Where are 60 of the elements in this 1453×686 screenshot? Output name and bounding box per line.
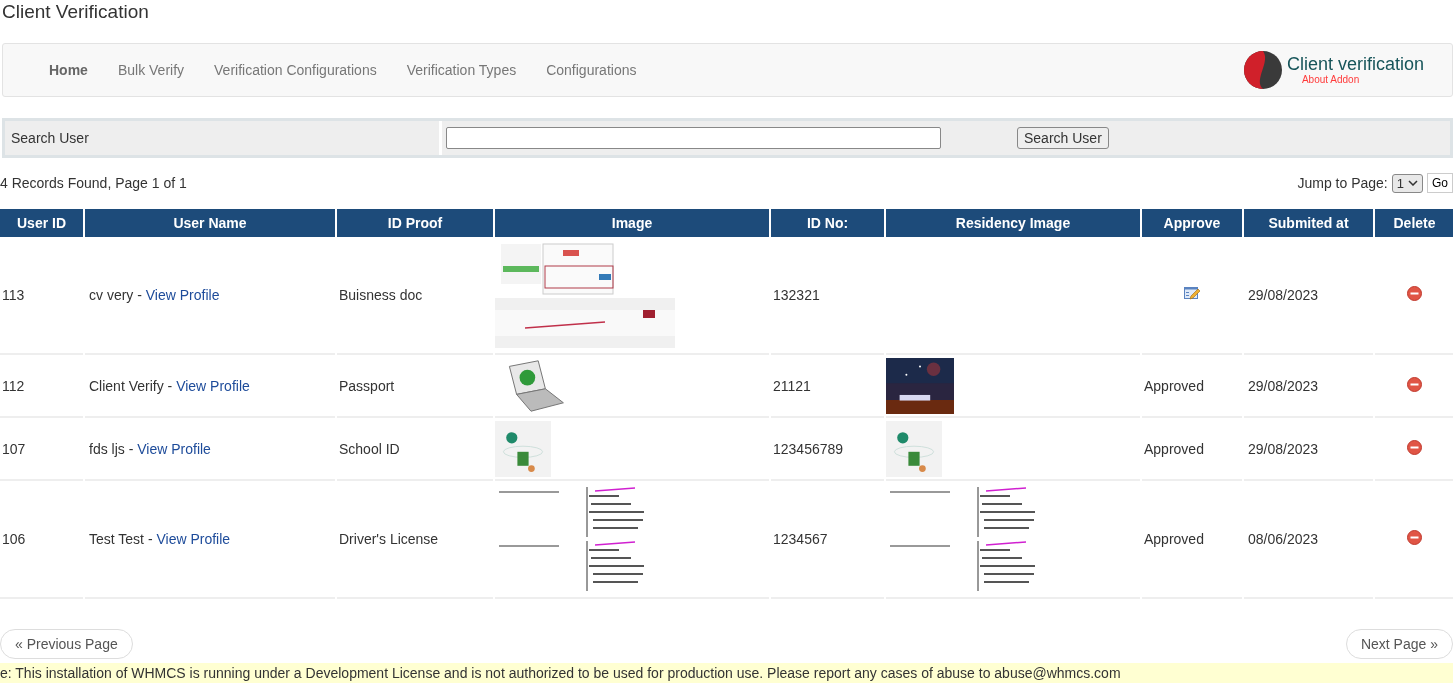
- column-header: Image: [495, 209, 769, 237]
- id-proof: Driver's License: [339, 531, 439, 547]
- chevron-icon: [1408, 180, 1418, 186]
- id-number: 21121: [773, 377, 811, 394]
- delete-icon[interactable]: [1407, 286, 1422, 301]
- user-name: cv very -: [89, 287, 143, 303]
- go-button[interactable]: Go: [1427, 173, 1453, 193]
- user-id: 106: [2, 531, 26, 547]
- id-proof: Buisness doc: [339, 287, 423, 303]
- delete-icon[interactable]: [1407, 439, 1422, 455]
- column-header: Residency Image: [886, 209, 1140, 237]
- search-label: Search User: [11, 130, 89, 146]
- user-name: Client Verify -: [89, 377, 174, 394]
- column-header: User Name: [85, 209, 335, 237]
- jump-label: Jump to Page:: [1297, 175, 1388, 191]
- nav-link[interactable]: Verification Configurations: [199, 62, 392, 78]
- view-profile-link[interactable]: View Profile: [176, 377, 250, 394]
- column-header: Submited at: [1244, 209, 1373, 237]
- license-notice: e: This installation of WHMCS is running under a Development License and is not authorized to be used for production use. Please report any cases of abuse to abuse@whmcs.com: [0, 663, 1453, 683]
- submitted-date: 29/08/2023: [1248, 377, 1319, 394]
- previous-page-button[interactable]: « Previous Page: [0, 629, 133, 659]
- search-field[interactable]: [446, 127, 941, 149]
- approval-status: Approved: [1144, 377, 1204, 394]
- page-select[interactable]: 1: [1391, 173, 1423, 193]
- approval-status: Approved: [1144, 440, 1204, 457]
- nav-link[interactable]: Verification Types: [391, 62, 532, 78]
- id-proof: Passport: [339, 377, 395, 394]
- delete-icon[interactable]: [1407, 376, 1422, 392]
- search-button[interactable]: Search User: [1017, 127, 1109, 149]
- id-proof: School ID: [339, 440, 400, 457]
- user-name: Test Test -: [89, 531, 154, 547]
- submitted-date: 29/08/2023: [1248, 440, 1319, 457]
- column-header: Delete: [1375, 209, 1453, 237]
- nav-link[interactable]: Home: [34, 62, 103, 78]
- edit-icon[interactable]: [1184, 286, 1200, 301]
- page-title: Client Verification: [1, 0, 150, 24]
- id-number: 123456789: [773, 440, 844, 457]
- view-profile-link[interactable]: View Profile: [137, 440, 211, 457]
- logo-icon: [1242, 50, 1283, 90]
- brand-title: Client verification: [1286, 55, 1424, 74]
- submitted-date: 08/06/2023: [1248, 531, 1319, 547]
- approval-status: Approved: [1144, 531, 1204, 547]
- column-header: ID Proof: [337, 209, 493, 237]
- delete-icon[interactable]: [1407, 530, 1422, 545]
- user-id: 107: [2, 440, 26, 457]
- next-page-button[interactable]: Next Page »: [1345, 629, 1453, 659]
- records-info: 4 Records Found, Page 1 of 1: [0, 175, 187, 191]
- id-number: 1234567: [773, 531, 828, 547]
- column-header: User ID: [0, 209, 83, 237]
- id-number: 132321: [773, 287, 820, 303]
- column-header: ID No:: [771, 209, 884, 237]
- view-profile-link[interactable]: View Profile: [145, 287, 220, 303]
- user-id: 112: [2, 377, 25, 394]
- nav-link[interactable]: Bulk Verify: [102, 62, 200, 78]
- user-name: fds ljs -: [89, 440, 135, 457]
- user-id: 113: [2, 287, 25, 303]
- column-header: Approve: [1142, 209, 1242, 237]
- submitted-date: 29/08/2023: [1248, 287, 1319, 303]
- nav-link[interactable]: Configurations: [531, 62, 652, 78]
- view-profile-link[interactable]: View Profile: [156, 531, 231, 547]
